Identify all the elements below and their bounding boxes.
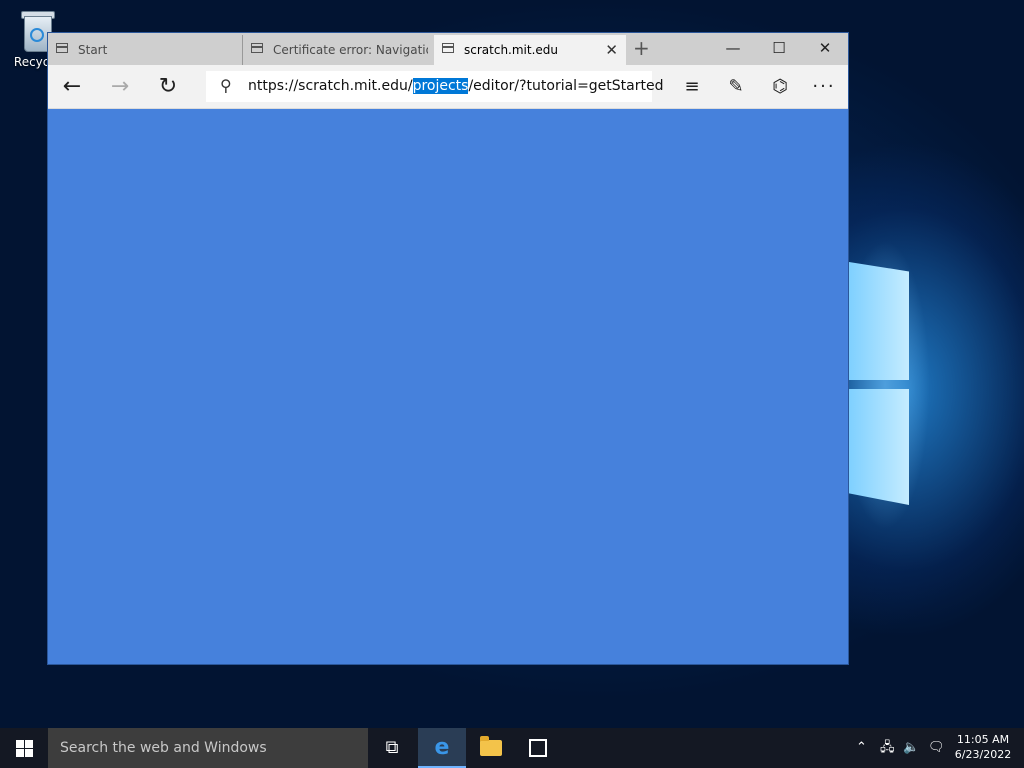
- close-window-button[interactable]: ✕: [802, 33, 848, 65]
- folder-icon: [480, 736, 502, 756]
- edge-browser-window: Start Certificate error: Navigation scra…: [47, 32, 849, 665]
- clock[interactable]: 11:05 AM 6/23/2022: [950, 732, 1016, 762]
- edge-taskbar-button[interactable]: e: [418, 728, 466, 768]
- windows-logo-panel-top: [849, 262, 909, 380]
- clock-time: 11:05 AM: [956, 733, 1010, 746]
- close-tab-icon[interactable]: ✕: [605, 41, 618, 59]
- start-button[interactable]: [0, 728, 48, 768]
- tab-label: Start: [78, 43, 108, 57]
- tab-certificate-error[interactable]: Certificate error: Navigation: [242, 35, 434, 65]
- action-center-icon[interactable]: 🗨: [928, 728, 945, 768]
- back-button[interactable]: ←: [54, 71, 90, 103]
- tab-start[interactable]: Start: [48, 35, 240, 65]
- web-note-button[interactable]: ✎: [718, 71, 754, 103]
- minimize-button[interactable]: —: [710, 33, 756, 65]
- navigation-bar: ← → ↻ ⚲ nttps://scratch.mit.edu/projects…: [48, 65, 848, 109]
- show-hidden-icons-button[interactable]: ⌃: [856, 728, 867, 768]
- tab-strip: Start Certificate error: Navigation scra…: [48, 33, 848, 65]
- hub-button[interactable]: ≡: [674, 71, 710, 103]
- windows-logo-panel-bottom: [849, 389, 909, 505]
- tab-label: Certificate error: Navigation: [273, 43, 428, 57]
- volume-icon[interactable]: 🔈: [903, 728, 919, 768]
- taskbar: Search the web and Windows ⧉ e ⌃ 🖧 🔈 🗨 1…: [0, 728, 1024, 768]
- new-tab-button[interactable]: +: [633, 36, 650, 60]
- address-bar[interactable]: ⚲ nttps://scratch.mit.edu/projects/edito…: [206, 71, 663, 102]
- url-suffix: /editor/?tutorial=getStarted: [468, 78, 664, 94]
- clock-date: 6/23/2022: [954, 748, 1012, 761]
- forward-button[interactable]: →: [102, 71, 138, 103]
- taskbar-search-input[interactable]: Search the web and Windows: [48, 728, 368, 768]
- more-button[interactable]: ···: [806, 71, 842, 103]
- tab-scratch[interactable]: scratch.mit.edu ✕: [434, 35, 626, 65]
- maximize-button[interactable]: ☐: [756, 33, 802, 65]
- share-button[interactable]: ⌬: [762, 71, 798, 103]
- store-button[interactable]: [514, 728, 562, 768]
- file-explorer-button[interactable]: [466, 728, 514, 768]
- search-icon: ⚲: [220, 76, 232, 95]
- url-text[interactable]: nttps://scratch.mit.edu/projects/editor/…: [248, 78, 663, 94]
- page-icon: [442, 43, 454, 53]
- tab-label: scratch.mit.edu: [464, 43, 559, 57]
- page-icon: [56, 43, 68, 53]
- windows-logo-icon: [16, 740, 24, 748]
- url-selected-text: projects: [412, 78, 469, 94]
- task-view-button[interactable]: ⧉: [368, 728, 416, 768]
- page-icon: [251, 43, 263, 53]
- refresh-button[interactable]: ↻: [150, 71, 186, 103]
- url-prefix: nttps://scratch.mit.edu/: [248, 78, 413, 94]
- network-icon[interactable]: 🖧: [880, 728, 895, 768]
- store-bag-icon: [529, 739, 547, 757]
